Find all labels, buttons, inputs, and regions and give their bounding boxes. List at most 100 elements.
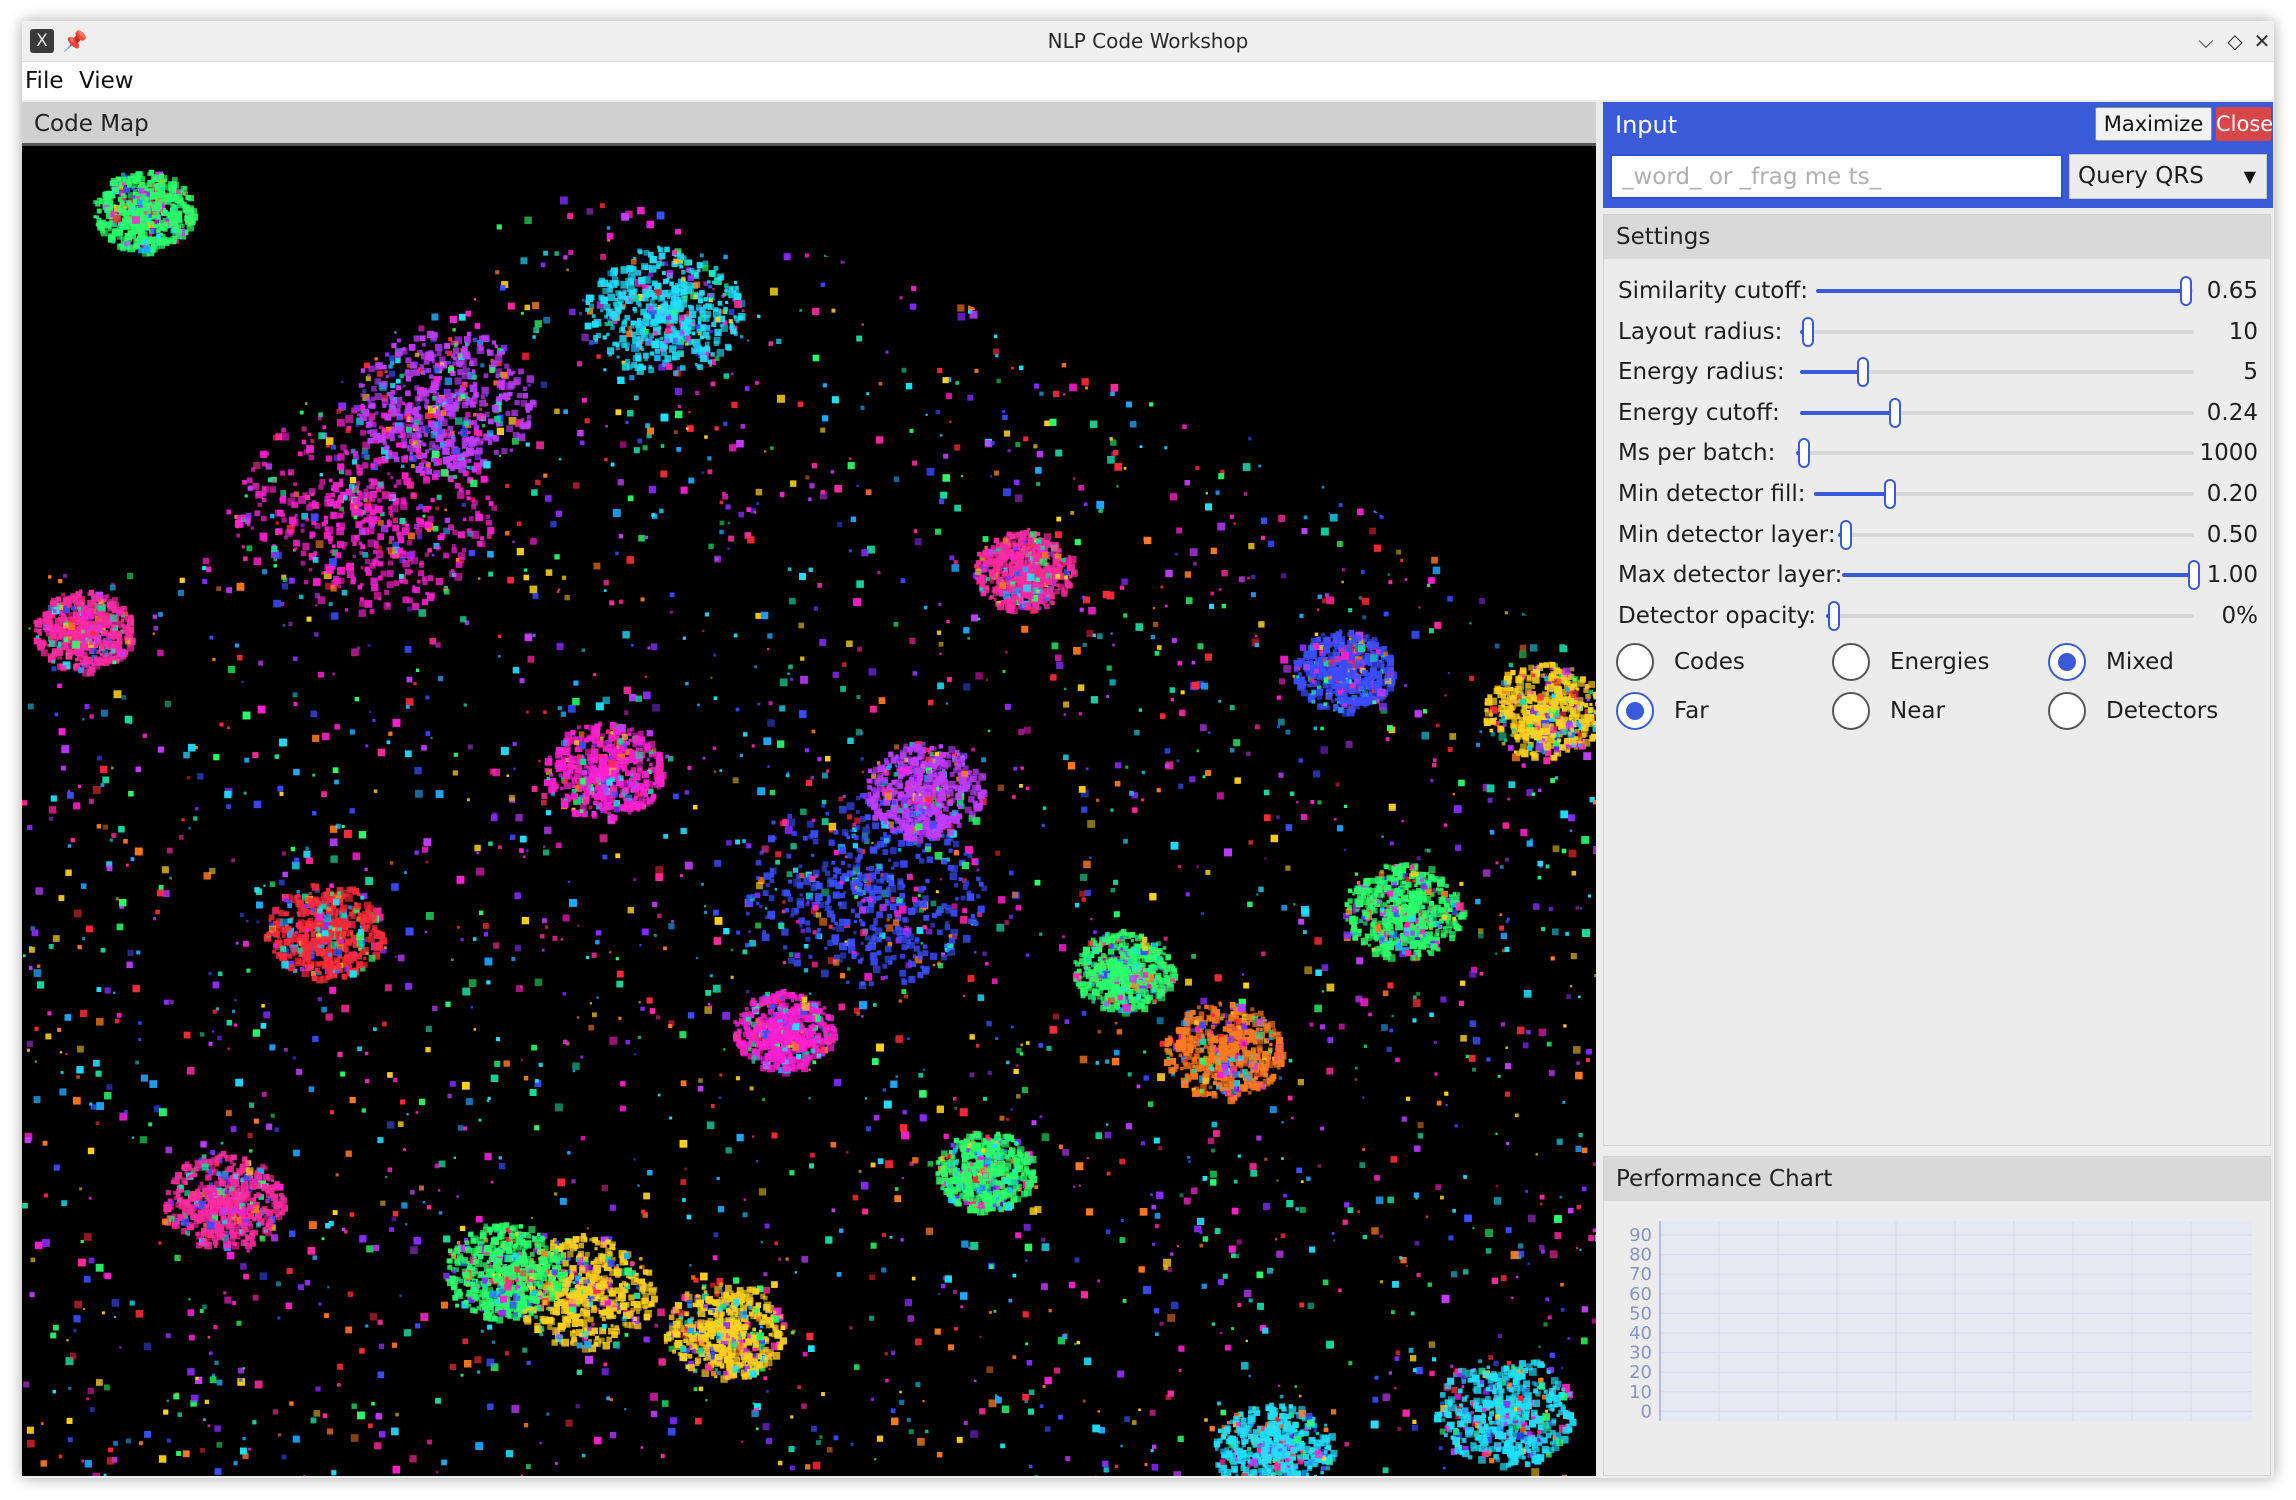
chevron-down-icon: ▼ <box>2243 167 2256 186</box>
slider-label: Energy cutoff: <box>1618 399 1780 426</box>
slider-row: Layout radius: 10 <box>1604 312 2270 352</box>
radio-circle[interactable] <box>1616 692 1654 730</box>
slider-track[interactable] <box>1796 438 2194 469</box>
radio-energies[interactable]: Energies <box>1832 641 2032 687</box>
slider-fill <box>1814 492 1890 496</box>
title-bar: X 📌 NLP Code Workshop ⌵ ◇ ✕ <box>22 21 2274 62</box>
slider-row: Max detector layer: 1.00 <box>1604 555 2270 595</box>
slider-track[interactable] <box>1800 316 2194 347</box>
input-panel-title: Input <box>1615 111 1678 139</box>
slider-track[interactable] <box>1800 357 2194 388</box>
query-select-value: Query QRS <box>2078 163 2204 189</box>
slider-label: Min detector layer: <box>1618 521 1836 548</box>
slider-fill <box>1800 370 1864 375</box>
slider-handle[interactable] <box>1802 316 1814 347</box>
slider-row: Detector opacity: 0% <box>1604 596 2270 636</box>
slider-handle[interactable] <box>1888 397 1901 428</box>
y-tick-label: 30 <box>1629 1343 1652 1364</box>
radio-label: Near <box>1890 698 1945 724</box>
slider-handle[interactable] <box>1828 600 1840 631</box>
slider-row: Similarity cutoff: 0.65 <box>1604 271 2270 311</box>
radio-mixed[interactable]: Mixed <box>2048 641 2248 687</box>
slider-track[interactable] <box>1838 519 2194 550</box>
slider-label: Layout radius: <box>1618 318 1783 345</box>
radio-label: Energies <box>1890 649 1990 675</box>
slider-value: 0% <box>2221 602 2259 629</box>
input-panel: Input Maximize Close Query QRS ▼ <box>1603 102 2273 208</box>
slider-track[interactable] <box>1842 560 2200 591</box>
y-tick-label: 50 <box>1629 1303 1652 1324</box>
radio-circle[interactable] <box>1832 692 1870 730</box>
maximize-button[interactable]: Maximize <box>2095 107 2212 141</box>
y-tick-label: 90 <box>1629 1225 1652 1246</box>
code-map-title: Code Map <box>22 102 1596 146</box>
slider-label: Detector opacity: <box>1618 602 1817 629</box>
slider-row: Min detector layer: 0.50 <box>1604 515 2270 555</box>
slider-label: Min detector fill: <box>1618 481 1806 507</box>
slider-value: 0.65 <box>2206 278 2258 304</box>
y-tick-label: 70 <box>1629 1264 1652 1285</box>
code-map-panel: Code Map <box>22 102 1596 1476</box>
slider-label: Similarity cutoff: <box>1618 278 1808 304</box>
menu-file[interactable]: File <box>23 62 66 100</box>
slider-value: 5 <box>2243 359 2258 386</box>
slider-fill <box>1800 410 1895 415</box>
slider-handle[interactable] <box>1857 357 1870 388</box>
search-input[interactable] <box>1610 154 2063 199</box>
settings-panel: Settings Similarity cutoff: 0.65 Layout ra… <box>1603 214 2271 1146</box>
slider-row: Energy radius: 5 <box>1604 352 2270 392</box>
slider-value: 10 <box>2228 318 2258 345</box>
y-tick-label: 80 <box>1629 1245 1652 1266</box>
slider-track[interactable] <box>1816 276 2194 306</box>
slider-value: 0.50 <box>2206 521 2258 548</box>
slider-fill <box>1816 289 2187 293</box>
radio-detectors[interactable]: Detectors <box>2048 690 2248 736</box>
slider-row: Min detector fill: 0.20 <box>1604 474 2270 514</box>
slider-handle[interactable] <box>1798 438 1810 469</box>
performance-chart-title: Performance Chart <box>1604 1157 2270 1201</box>
y-tick-label: 10 <box>1629 1382 1652 1403</box>
close-icon[interactable]: ✕ <box>2248 27 2276 55</box>
radio-circle[interactable] <box>1616 643 1654 681</box>
radio-circle[interactable] <box>2048 692 2086 730</box>
slider-value: 1000 <box>2199 440 2258 467</box>
radio-codes[interactable]: Codes <box>1616 641 1816 687</box>
radio-label: Mixed <box>2106 649 2174 675</box>
slider-label: Max detector layer: <box>1618 562 1843 589</box>
slider-track[interactable] <box>1826 600 2194 631</box>
radio-circle[interactable] <box>1832 643 1870 681</box>
plot-area <box>1660 1221 2252 1421</box>
slider-label: Energy radius: <box>1618 359 1785 386</box>
slider-track[interactable] <box>1814 479 2194 509</box>
slider-track[interactable] <box>1800 397 2194 428</box>
slider-handle[interactable] <box>2188 560 2200 591</box>
maximize-icon[interactable]: ◇ <box>2221 27 2249 55</box>
radio-label: Detectors <box>2106 698 2219 724</box>
slider-value: 1.00 <box>2206 562 2258 589</box>
menu-view[interactable]: View <box>77 62 136 100</box>
slider-row: Ms per batch: 1000 <box>1604 433 2270 473</box>
slider-handle[interactable] <box>1884 479 1896 509</box>
radio-far[interactable]: Far <box>1616 690 1816 736</box>
slider-fill <box>1842 573 2194 578</box>
radio-near[interactable]: Near <box>1832 690 2032 736</box>
radio-label: Far <box>1674 698 1709 724</box>
close-button[interactable]: Close <box>2216 107 2273 141</box>
y-tick-label: 20 <box>1629 1362 1652 1383</box>
menu-bar: File View <box>22 62 2274 100</box>
code-map-canvas[interactable] <box>22 149 1596 1476</box>
y-tick-label: 40 <box>1629 1323 1652 1344</box>
radio-label: Codes <box>1674 649 1745 675</box>
slider-label: Ms per batch: <box>1618 440 1776 467</box>
minimize-icon[interactable]: ⌵ <box>2192 27 2220 55</box>
performance-chart-panel: Performance Chart 90 80 70 60 50 40 30 20 10 0 <box>1603 1156 2271 1476</box>
slider-handle[interactable] <box>2180 276 2193 306</box>
slider-value: 0.20 <box>2206 481 2258 507</box>
slider-handle[interactable] <box>1840 519 1852 550</box>
query-select[interactable]: Query QRS ▼ <box>2069 154 2267 199</box>
settings-title: Settings <box>1604 215 2270 259</box>
slider-value: 0.24 <box>2206 399 2258 426</box>
window-title: NLP Code Workshop <box>1047 29 1249 53</box>
radio-circle[interactable] <box>2048 643 2086 681</box>
performance-chart: 9080706050403020100 <box>1629 1221 2252 1422</box>
